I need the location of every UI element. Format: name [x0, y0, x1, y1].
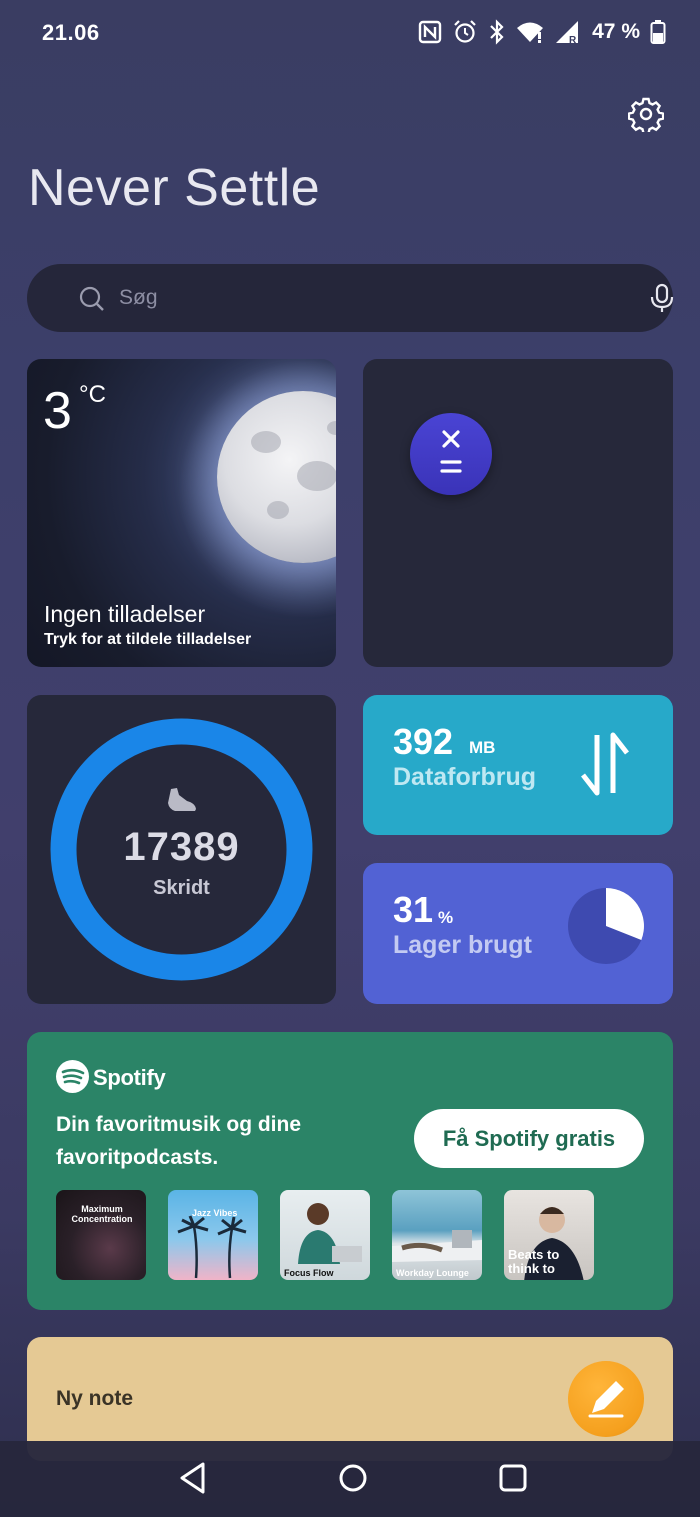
storage-pie-chart — [568, 888, 644, 964]
mic-icon[interactable] — [649, 283, 675, 313]
cover-title: Maximum Concentration — [71, 1204, 133, 1224]
data-transfer-icon — [581, 732, 629, 796]
spotify-text: Din favoritmusik og dine favoritpodcasts… — [56, 1113, 302, 1169]
signal-icon: R — [556, 21, 579, 45]
new-note-button[interactable] — [568, 1361, 644, 1437]
playlist-cover[interactable]: Focus Flow — [280, 1190, 370, 1280]
cover-title: Focus Flow — [284, 1268, 334, 1278]
storage-label: Lager brugt — [393, 931, 532, 959]
person-laptop-image — [298, 1203, 362, 1264]
alarm-icon — [454, 20, 476, 43]
playlist-cover[interactable]: Workday Lounge — [392, 1190, 482, 1280]
laptop-image — [392, 1230, 482, 1262]
storage-widget[interactable]: 31 % Lager brugt — [363, 863, 673, 1004]
playlist-cover[interactable]: Beats to think to — [504, 1190, 594, 1280]
status-time: 21.06 — [42, 20, 100, 45]
playlist-cover[interactable]: Maximum Concentration — [56, 1190, 146, 1280]
status-bar: 21.06 R 47 % — [0, 0, 700, 64]
spotify-free-button[interactable]: Få Spotify gratis — [414, 1109, 644, 1168]
calculator-widget[interactable] — [363, 359, 673, 667]
back-icon[interactable] — [178, 1461, 208, 1495]
weather-title: Ingen tilladelser — [44, 601, 206, 627]
gear-icon — [627, 97, 665, 135]
data-usage-value: 392 — [393, 721, 454, 762]
search-bar[interactable]: Søg — [27, 264, 675, 332]
steps-widget[interactable]: 17389 Skridt — [27, 695, 336, 1004]
steps-label: Skridt — [153, 877, 210, 899]
weather-widget[interactable]: 3 °C Ingen tilladelser Tryk for at tilde… — [27, 359, 336, 667]
status-icons: R 47 % — [418, 16, 666, 48]
navigation-bar — [0, 1441, 700, 1517]
battery-icon — [650, 20, 666, 44]
svg-text:R: R — [569, 35, 577, 45]
temperature-value: 3 — [43, 382, 72, 440]
data-usage-label: Dataforbrug — [393, 763, 537, 791]
wifi-icon — [517, 22, 544, 43]
nfc-icon — [418, 20, 442, 44]
settings-button[interactable] — [627, 96, 665, 135]
home-icon[interactable] — [338, 1461, 368, 1495]
spotify-covers: Maximum Concentration Jazz Vibes Focus F… — [56, 1190, 594, 1280]
calculator-icon — [440, 430, 462, 473]
temperature-unit: °C — [79, 381, 106, 408]
spotify-brand: Spotify — [93, 1065, 166, 1090]
calculator-button[interactable] — [410, 413, 492, 495]
page-title: Never Settle — [28, 159, 321, 217]
data-usage-unit: MB — [469, 738, 496, 757]
steps-count: 17389 — [123, 825, 240, 869]
spotify-widget[interactable]: Spotify Din favoritmusik og dine favorit… — [27, 1032, 673, 1310]
data-usage-widget[interactable]: 392 MB Dataforbrug — [363, 695, 673, 835]
search-placeholder: Søg — [119, 286, 158, 309]
playlist-cover[interactable]: Jazz Vibes — [168, 1190, 258, 1280]
shoe-icon — [168, 788, 196, 811]
spotify-logo-icon — [56, 1060, 89, 1093]
recents-icon[interactable] — [498, 1461, 528, 1495]
search-icon — [79, 286, 104, 311]
battery-percent: 47 % — [592, 20, 640, 43]
storage-value: 31 — [393, 889, 434, 930]
bluetooth-icon — [490, 19, 504, 45]
pencil-icon — [588, 1381, 624, 1418]
palm-tree-image — [177, 1215, 247, 1279]
cover-title: Beats to think to — [508, 1247, 560, 1276]
new-note-label: Ny note — [56, 1387, 134, 1410]
storage-unit: % — [438, 908, 454, 927]
weather-subtitle: Tryk for at tildele tilladelser — [44, 631, 252, 648]
cover-title: Workday Lounge — [396, 1268, 469, 1278]
